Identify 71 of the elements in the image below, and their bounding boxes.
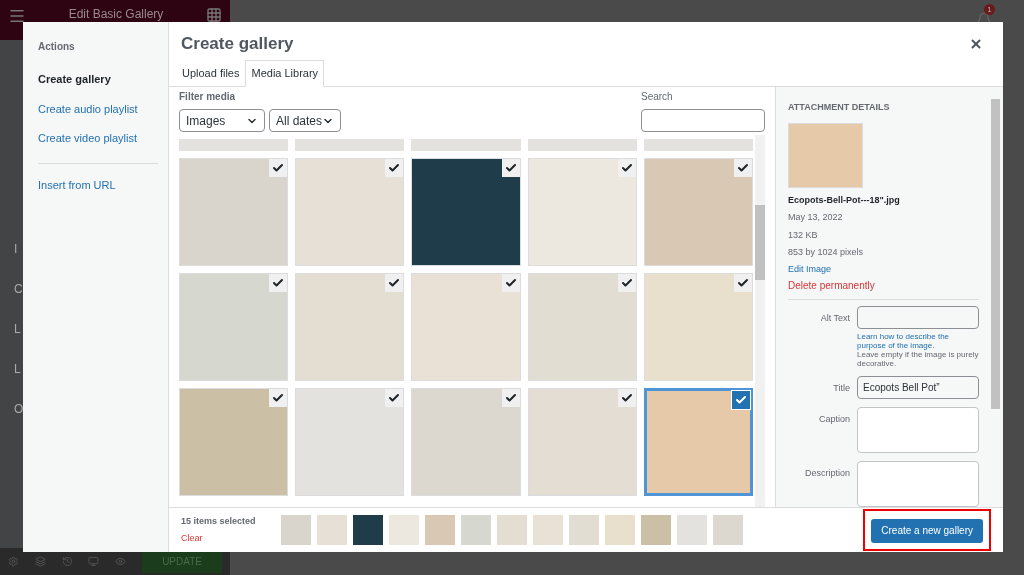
text-field[interactable] xyxy=(857,306,979,329)
editor-title: Edit Basic Gallery xyxy=(68,7,164,21)
filter-label: Filter media xyxy=(179,90,237,104)
scrollbar[interactable] xyxy=(991,99,1000,409)
field-label: Description xyxy=(803,467,850,480)
text-area[interactable] xyxy=(857,461,979,507)
history-icon[interactable] xyxy=(61,555,73,568)
photo-placeholder xyxy=(353,515,383,545)
file-info: 132 KB xyxy=(788,228,819,242)
panel-label: L xyxy=(14,361,22,378)
sidebar-link[interactable]: Insert from URL xyxy=(38,176,168,193)
modal-title: Create gallery xyxy=(181,33,294,55)
edit-image-link[interactable]: Edit Image xyxy=(788,262,989,276)
text-area[interactable] xyxy=(857,407,979,453)
photo-placeholder xyxy=(569,515,599,545)
photo-placeholder xyxy=(317,515,347,545)
check-icon[interactable] xyxy=(269,274,288,292)
layers-icon[interactable] xyxy=(34,555,46,568)
create-gallery-button[interactable]: Create a new gallery xyxy=(871,518,983,543)
photo-placeholder xyxy=(605,515,635,545)
details-heading: ATTACHMENT DETAILS xyxy=(788,101,891,114)
check-icon[interactable] xyxy=(732,391,750,409)
check-icon[interactable] xyxy=(269,389,288,407)
close-icon[interactable] xyxy=(969,37,983,51)
monitor-icon[interactable] xyxy=(88,555,100,568)
type-select[interactable]: Images xyxy=(179,109,265,132)
date-select[interactable]: All dates xyxy=(269,109,341,132)
sidebar-link[interactable]: Create video playlist xyxy=(38,130,168,147)
file-info: May 13, 2022 xyxy=(788,211,844,224)
sidebar-link[interactable]: Create gallery xyxy=(38,71,168,88)
panel-label: L xyxy=(14,321,22,338)
file-info: 853 by 1024 pixels xyxy=(788,246,865,259)
field-label: Title xyxy=(832,382,850,395)
check-icon[interactable] xyxy=(385,389,404,407)
check-icon[interactable] xyxy=(385,159,404,177)
help-link[interactable]: Learn how to describe the purpose of the image. xyxy=(857,332,979,350)
eye-icon[interactable] xyxy=(115,555,127,568)
photo-placeholder xyxy=(713,515,743,545)
photo-placeholder xyxy=(425,515,455,545)
photo-placeholder xyxy=(641,515,671,545)
sidebar-heading: Actions xyxy=(38,40,76,54)
photo-placeholder xyxy=(497,515,527,545)
file-name: Ecopots-Bell-Pot---18".jpg xyxy=(788,193,901,207)
check-icon[interactable] xyxy=(269,159,288,177)
photo-placeholder xyxy=(461,515,491,545)
media-tile[interactable] xyxy=(643,388,753,496)
field-label: Alt Text xyxy=(819,312,850,325)
clear-link[interactable]: Clear xyxy=(181,531,281,545)
tab[interactable]: Upload files xyxy=(176,60,246,87)
search-label: Search xyxy=(641,90,674,104)
sidebar-link[interactable]: Create audio playlist xyxy=(38,100,168,117)
photo-placeholder xyxy=(677,515,707,545)
grid-icon[interactable] xyxy=(206,7,222,23)
field-label: Caption xyxy=(817,413,850,426)
search-field[interactable] xyxy=(641,109,765,132)
photo-placeholder xyxy=(533,515,563,545)
menu-icon[interactable] xyxy=(8,7,26,25)
notification-badge: 1 xyxy=(984,4,995,15)
panel-label: I xyxy=(14,241,19,258)
check-icon[interactable] xyxy=(385,274,404,292)
selection-count: 15 items selected xyxy=(181,515,257,528)
photo-placeholder xyxy=(281,515,311,545)
tab[interactable]: Media Library xyxy=(245,60,325,87)
text-field[interactable]: Ecopots Bell Pot” xyxy=(857,376,979,399)
panel-label: C xyxy=(14,281,24,298)
photo-placeholder xyxy=(389,515,419,545)
scrollbar[interactable] xyxy=(755,135,765,507)
settings-icon[interactable] xyxy=(8,555,19,568)
panel-label: O xyxy=(14,401,25,418)
alt-help-text: Leave empty if the image is purely decorative. xyxy=(857,350,979,368)
delete-link[interactable]: Delete permanently xyxy=(788,278,989,293)
